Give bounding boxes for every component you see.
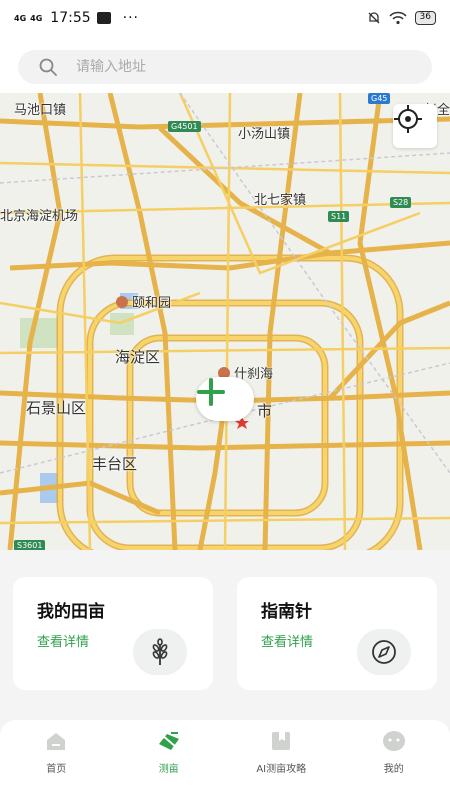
signal-icon: 4G	[14, 13, 27, 23]
map-label-poi: 颐和园	[116, 292, 171, 311]
palace-icon	[116, 296, 128, 308]
wheat-icon	[133, 629, 187, 675]
card-title: 我的田亩	[37, 602, 105, 622]
profile-icon	[381, 728, 407, 754]
tab-label: 测亩	[158, 764, 179, 775]
highway-shield: G45	[368, 93, 391, 104]
search-icon	[28, 50, 68, 84]
map-label: 市	[257, 402, 273, 420]
search-input[interactable]	[76, 59, 406, 75]
crosshair-icon	[394, 105, 422, 133]
map-roads	[0, 93, 450, 550]
map-label: 北七家镇	[254, 193, 307, 208]
status-time: 17:55	[50, 10, 91, 26]
tab-profile[interactable]: 我的	[338, 720, 450, 800]
map-label: 丰台区	[92, 455, 138, 473]
map-label: 石景山区	[26, 399, 87, 417]
map-view[interactable]: 马池口镇 小汤山镇 北七家镇 北京海淀机场 颐和园 海淀区 什刹海 市 石景山区…	[0, 93, 450, 550]
bottom-tab-bar: 首页 测亩 AI测亩攻略 我的	[0, 720, 450, 800]
compass-card[interactable]: 指南针 查看详情	[237, 577, 437, 690]
status-bar: 4G 4G 17:55 ··· 36	[0, 0, 450, 36]
map-label: 小汤山镇	[238, 127, 291, 142]
map-label: 海淀区	[115, 348, 161, 366]
tab-ai-guide[interactable]: AI测亩攻略	[225, 720, 338, 800]
view-details-link[interactable]: 查看详情	[37, 631, 89, 650]
home-icon	[43, 728, 69, 754]
highway-shield: S11	[328, 211, 350, 222]
map-label: 马池口镇	[14, 103, 67, 118]
compass-icon	[357, 629, 411, 675]
tab-measure[interactable]: 测亩	[113, 720, 226, 800]
wifi-icon	[389, 11, 407, 25]
add-field-button[interactable]	[196, 377, 254, 421]
highway-shield: S28	[390, 197, 412, 208]
more-icon: ···	[122, 10, 139, 26]
tab-label: 首页	[46, 764, 67, 775]
plus-icon	[197, 378, 225, 406]
bookmark-icon	[268, 728, 294, 754]
view-details-link[interactable]: 查看详情	[261, 631, 313, 650]
card-title: 指南针	[261, 602, 312, 622]
search-bar	[0, 36, 450, 93]
my-fields-card[interactable]: 我的田亩 查看详情	[13, 577, 213, 690]
measure-icon	[156, 728, 182, 754]
tab-home[interactable]: 首页	[0, 720, 113, 800]
locate-button[interactable]	[393, 104, 437, 148]
highway-shield: S3601	[14, 540, 46, 550]
message-icon	[96, 12, 111, 24]
mute-icon	[368, 12, 380, 24]
search-box[interactable]	[18, 50, 432, 84]
signal-icon: 4G	[30, 13, 43, 23]
tab-label: 我的	[383, 764, 404, 775]
tab-label: AI测亩攻略	[256, 764, 307, 775]
map-label: 北京海淀机场	[0, 209, 79, 224]
highway-shield: G4501	[168, 121, 201, 132]
battery-icon: 36	[414, 11, 436, 25]
